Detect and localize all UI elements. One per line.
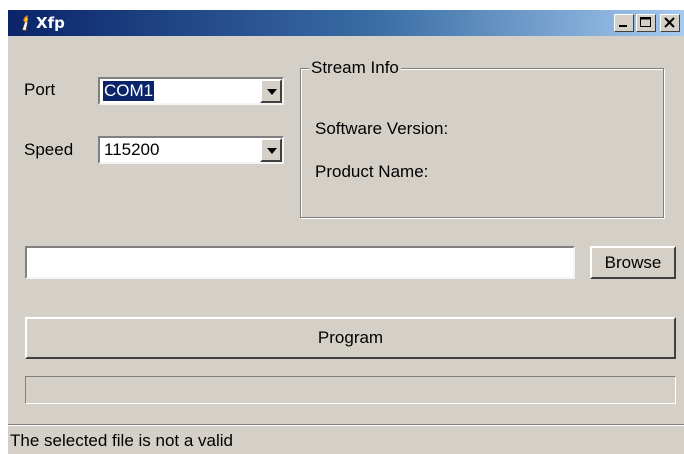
browse-button[interactable]: Browse: [590, 246, 676, 279]
maximize-button[interactable]: [636, 14, 656, 32]
stream-info-group: Stream Info Software Version: Product Na…: [300, 58, 664, 218]
speed-dropdown-button[interactable]: [260, 138, 282, 162]
program-button[interactable]: Program: [25, 317, 676, 359]
software-version-label: Software Version:: [315, 119, 449, 138]
maximize-icon: [640, 17, 651, 27]
minimize-button[interactable]: [614, 14, 634, 32]
speed-label: Speed: [24, 140, 74, 159]
title-bar[interactable]: Xfp: [8, 10, 684, 36]
speed-value: 115200: [104, 140, 160, 159]
chevron-down-icon: [267, 89, 277, 95]
xfp-window: Xfp Port COM1 Speed 115200 Stream Info S…: [8, 10, 684, 454]
progress-bar: [25, 376, 676, 404]
port-dropdown-button[interactable]: [260, 79, 282, 103]
product-name-label: Product Name:: [315, 162, 429, 181]
speed-select[interactable]: 115200: [98, 136, 284, 164]
chevron-down-icon: [267, 148, 277, 154]
close-icon: [664, 17, 675, 28]
minimize-icon: [619, 25, 627, 27]
port-label: Port: [24, 80, 56, 99]
port-select[interactable]: COM1: [98, 77, 284, 105]
window-title: Xfp: [36, 14, 65, 32]
file-path-input[interactable]: [25, 246, 575, 279]
close-button[interactable]: [660, 14, 680, 32]
status-text: The selected file is not a valid: [10, 431, 234, 450]
xfp-app-icon: [21, 15, 29, 32]
stream-info-title: Stream Info: [309, 58, 401, 78]
status-bar: The selected file is not a valid: [8, 424, 684, 454]
port-value: COM1: [103, 81, 155, 101]
